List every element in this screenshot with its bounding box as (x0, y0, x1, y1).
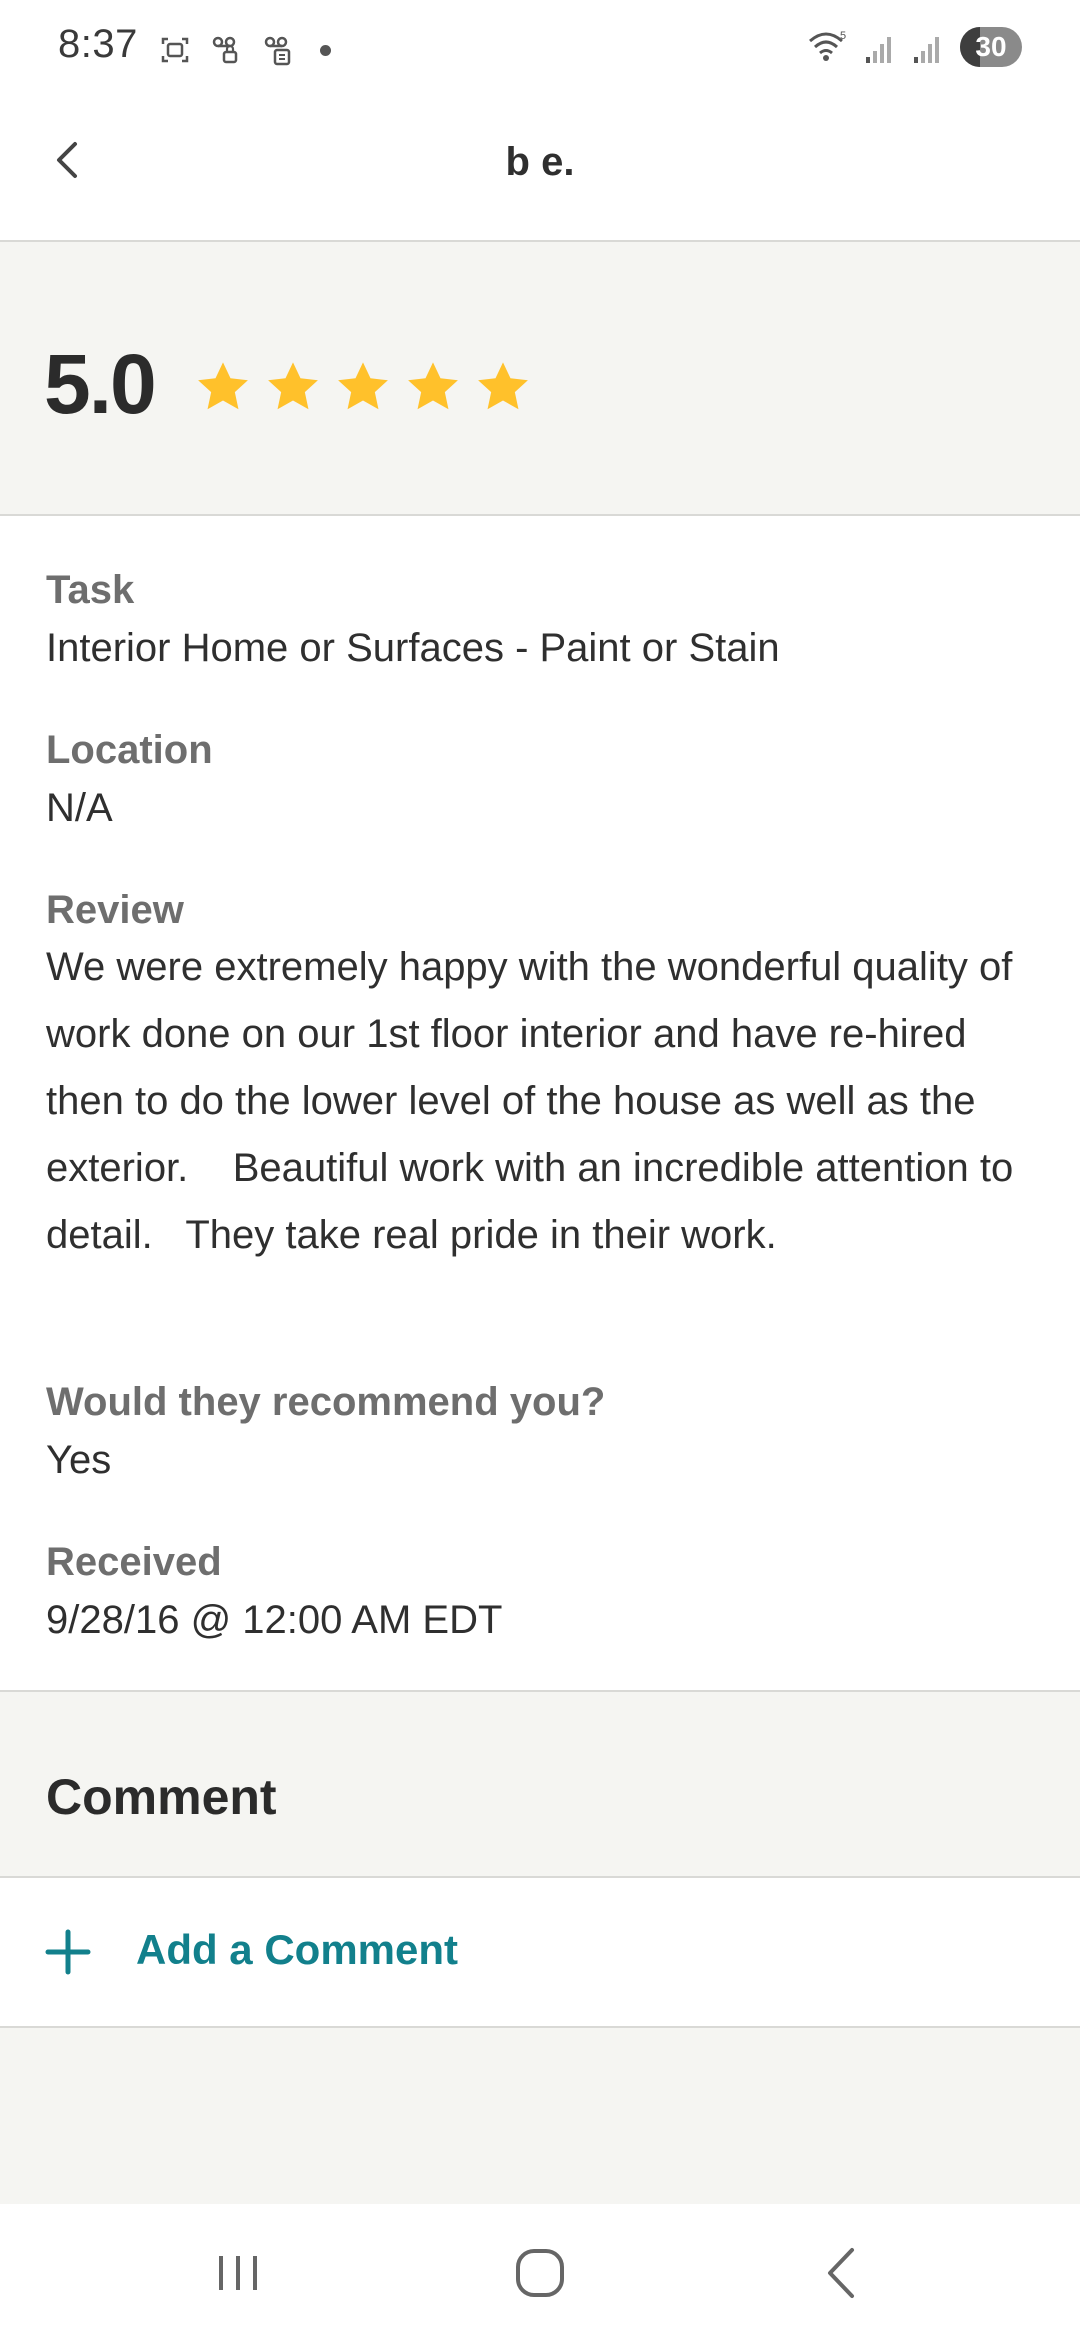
screenshot-icon (161, 37, 189, 63)
task-value: Interior Home or Surfaces - Paint or Sta… (46, 626, 780, 670)
location-value: N/A (46, 786, 113, 830)
rating-summary: 5.0 (0, 242, 1080, 516)
add-comment-button[interactable]: Add a Comment (0, 1878, 1080, 2028)
star-rating (194, 358, 532, 416)
recommend-value: Yes (46, 1438, 112, 1482)
notification-icons (158, 30, 331, 70)
rating-value: 5.0 (44, 337, 157, 431)
home-icon (516, 2249, 564, 2297)
review-field: Review We were extremely happy with the … (46, 886, 1034, 1269)
recommend-field: Would they recommend you? Yes (46, 1378, 1034, 1488)
add-comment-label: Add a Comment (136, 1926, 459, 1973)
status-time: 8:37 (58, 22, 138, 66)
svg-text:5: 5 (840, 30, 846, 42)
page-title: b e. (505, 140, 575, 184)
star-icon (408, 362, 458, 410)
task-field: Task Interior Home or Surfaces - Paint o… (46, 566, 1034, 676)
received-label: Received (46, 1540, 222, 1584)
voicemail-lock-icon (264, 36, 291, 66)
status-bar: 8:37 5 30 (0, 0, 1080, 96)
home-button[interactable] (505, 2238, 575, 2308)
back-icon (828, 2248, 854, 2298)
star-icon (268, 362, 318, 410)
wifi-icon: 5 (809, 30, 846, 61)
star-icon (198, 362, 248, 410)
recommend-label: Would they recommend you? (46, 1380, 606, 1424)
signal-icon (914, 37, 939, 63)
review-text: We were extremely happy with the wonderf… (46, 945, 1025, 1257)
location-field: Location N/A (46, 726, 1034, 836)
received-value: 9/28/16 @ 12:00 AM EDT (46, 1598, 503, 1642)
battery-icon: 30 (960, 27, 1022, 67)
star-icon (478, 362, 528, 410)
review-label: Review (46, 888, 184, 932)
star-icon (338, 362, 388, 410)
battery-level: 30 (975, 31, 1007, 62)
location-label: Location (46, 728, 213, 772)
comment-title: Comment (46, 1769, 277, 1825)
system-back-button[interactable] (807, 2238, 877, 2308)
recent-apps-button[interactable] (203, 2238, 273, 2308)
notification-dot-icon (320, 44, 331, 56)
signal-icon (866, 37, 891, 63)
task-label: Task (46, 568, 135, 612)
system-icons: 5 30 (806, 24, 1022, 70)
recent-apps-icon (219, 2256, 257, 2290)
comment-section-header: Comment (0, 1692, 1080, 1878)
review-details: Task Interior Home or Surfaces - Paint o… (0, 516, 1080, 1692)
plus-icon (45, 1929, 91, 1975)
app-header: b e. (0, 96, 1080, 242)
received-field: Received 9/28/16 @ 12:00 AM EDT (46, 1538, 1034, 1648)
system-nav-bar (0, 2204, 1080, 2340)
voicemail-lock-icon (212, 36, 238, 64)
